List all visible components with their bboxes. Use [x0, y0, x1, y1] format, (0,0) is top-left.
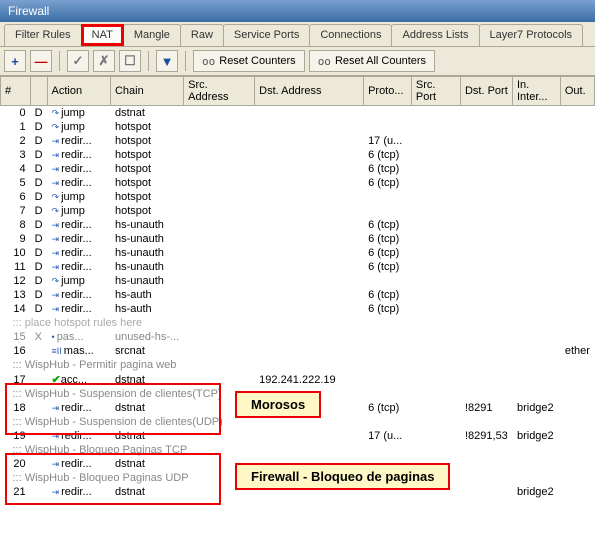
table-row[interactable]: 8D⇥redir...hs-unauth6 (tcp)	[1, 218, 595, 232]
tab-filter-rules[interactable]: Filter Rules	[4, 24, 82, 46]
remove-button[interactable]: —	[30, 50, 52, 72]
action-icon: ⇥	[52, 220, 60, 230]
funnel-icon: ▼	[161, 54, 174, 69]
add-button[interactable]: +	[4, 50, 26, 72]
table-row[interactable]: 7D↷jumphotspot	[1, 204, 595, 218]
table-row[interactable]: 4D⇥redir...hotspot6 (tcp)	[1, 162, 595, 176]
action-icon: ≡II	[52, 346, 62, 356]
tab-service-ports[interactable]: Service Ports	[223, 24, 310, 46]
action-icon: ⇥	[52, 487, 60, 497]
tab-layer7[interactable]: Layer7 Protocols	[479, 24, 584, 46]
action-icon: ⇥	[52, 290, 60, 300]
action-icon: ⇥	[52, 234, 60, 244]
reset-counters-label: Reset Counters	[219, 55, 295, 67]
table-row[interactable]: 15X•pas...unused-hs-...	[1, 330, 595, 344]
action-icon: ⇥	[52, 136, 60, 146]
tab-connections[interactable]: Connections	[309, 24, 392, 46]
separator	[59, 51, 60, 71]
action-icon: ↷	[52, 122, 60, 132]
table-row[interactable]: 11D⇥redir...hs-unauth6 (tcp)	[1, 260, 595, 274]
comment-button[interactable]: ☐	[119, 50, 141, 72]
table-row[interactable]: 6D↷jumphotspot	[1, 190, 595, 204]
col-dst-address[interactable]: Dst. Address	[255, 77, 364, 106]
window-title: Firewall	[0, 0, 595, 22]
table-row[interactable]: 3D⇥redir...hotspot6 (tcp)	[1, 148, 595, 162]
col-in-interface[interactable]: In. Inter...	[512, 77, 560, 106]
reset-counters-button[interactable]: oo Reset Counters	[193, 50, 305, 72]
action-icon: •	[52, 332, 55, 342]
action-icon: ✔	[52, 374, 61, 386]
annotation-label-firewall: Firewall - Bloqueo de paginas	[235, 463, 450, 490]
tab-mangle[interactable]: Mangle	[123, 24, 181, 46]
table-row[interactable]: 13D⇥redir...hs-auth6 (tcp)	[1, 288, 595, 302]
action-icon: ⇥	[52, 403, 60, 413]
col-src-port[interactable]: Src. Port	[411, 77, 460, 106]
reset-all-counters-button[interactable]: oo Reset All Counters	[309, 50, 435, 72]
col-out-interface[interactable]: Out.	[560, 77, 594, 106]
table-row[interactable]: 12D↷jumphs-unauth	[1, 274, 595, 288]
col-chain[interactable]: Chain	[110, 77, 183, 106]
action-icon: ⇥	[52, 459, 60, 469]
col-flag[interactable]	[30, 77, 47, 106]
action-icon: ⇥	[52, 304, 60, 314]
action-icon: ⇥	[52, 150, 60, 160]
tab-nat[interactable]: NAT	[81, 24, 124, 46]
action-icon: ⇥	[52, 431, 60, 441]
table-row[interactable]: 17✔acc...dstnat192.241.222.19	[1, 372, 595, 387]
comment-row[interactable]: ::: WispHub - Permitir pagina web	[1, 358, 595, 372]
action-icon: ⇥	[52, 178, 60, 188]
tab-raw[interactable]: Raw	[180, 24, 224, 46]
disable-button[interactable]: ✗	[93, 50, 115, 72]
action-icon: ↷	[52, 206, 60, 216]
table-row[interactable]: 14D⇥redir...hs-auth6 (tcp)	[1, 302, 595, 316]
action-icon: ⇥	[52, 164, 60, 174]
table-row[interactable]: 10D⇥redir...hs-unauth6 (tcp)	[1, 246, 595, 260]
table-row[interactable]: 5D⇥redir...hotspot6 (tcp)	[1, 176, 595, 190]
annotation-label-morosos: Morosos	[235, 391, 321, 418]
action-icon: ⇥	[52, 262, 60, 272]
table-row[interactable]: 9D⇥redir...hs-unauth6 (tcp)	[1, 232, 595, 246]
action-icon: ↷	[52, 192, 60, 202]
table-row[interactable]: 16≡IImas...srcnatether	[1, 344, 595, 358]
col-protocol[interactable]: Proto...	[364, 77, 412, 106]
filter-button[interactable]: ▼	[156, 50, 178, 72]
enable-button[interactable]: ✓	[67, 50, 89, 72]
col-number[interactable]: #	[1, 77, 31, 106]
action-icon: ↷	[52, 276, 60, 286]
table-row[interactable]: 2D⇥redir...hotspot17 (u...	[1, 134, 595, 148]
separator	[148, 51, 149, 71]
action-icon: ⇥	[52, 248, 60, 258]
table-row[interactable]: 1D↷jumphotspot	[1, 120, 595, 134]
col-src-address[interactable]: Src. Address	[184, 77, 255, 106]
comment-row[interactable]: ::: place hotspot rules here	[1, 316, 595, 330]
col-dst-port[interactable]: Dst. Port	[460, 77, 512, 106]
reset-all-label: Reset All Counters	[335, 55, 426, 67]
counter-icon: oo	[318, 55, 331, 68]
tab-address-lists[interactable]: Address Lists	[391, 24, 479, 46]
tabbar: Filter Rules NAT Mangle Raw Service Port…	[0, 22, 595, 47]
comment-row[interactable]: ::: WispHub - Bloqueo Paginas TCP	[1, 443, 595, 457]
counter-icon: oo	[202, 55, 215, 68]
separator	[185, 51, 186, 71]
table-row[interactable]: 0D↷jumpdstnat	[1, 106, 595, 121]
action-icon: ↷	[52, 108, 60, 118]
table-row[interactable]: 19⇥redir...dstnat17 (u...!8291,53bridge2	[1, 429, 595, 443]
col-action[interactable]: Action	[47, 77, 110, 106]
nat-rules-table[interactable]: # Action Chain Src. Address Dst. Address…	[0, 76, 595, 499]
toolbar: + — ✓ ✗ ☐ ▼ oo Reset Counters oo Reset All…	[0, 47, 595, 76]
